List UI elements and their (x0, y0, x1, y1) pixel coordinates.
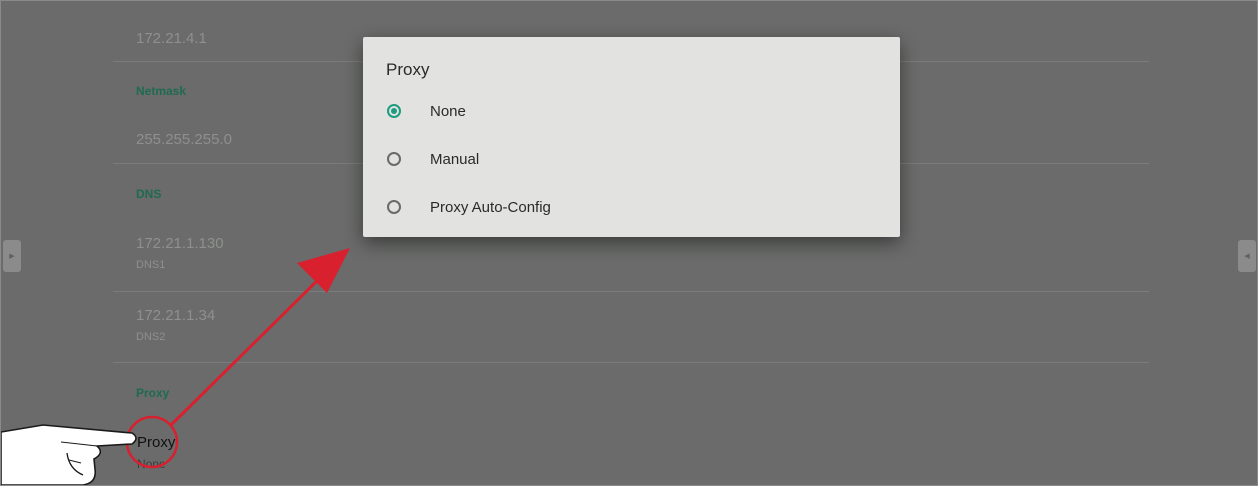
callout-overlay (1, 248, 350, 485)
settings-screen: 172.21.4.1 Netmask 255.255.255.0 DNS 172… (0, 0, 1258, 486)
pointing-hand-icon (1, 424, 137, 485)
callout-arrowhead (297, 248, 350, 293)
callout-arrow-line (169, 269, 329, 427)
